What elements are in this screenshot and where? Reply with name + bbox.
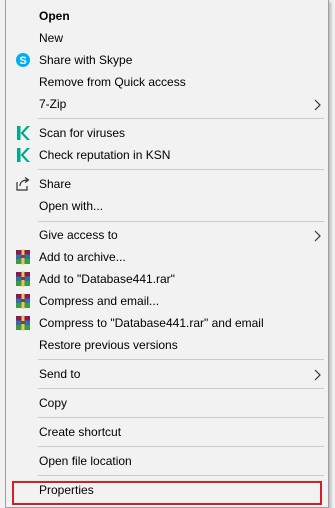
skype-icon: S bbox=[15, 52, 31, 68]
menu-separator bbox=[38, 475, 324, 476]
menu-item-label: New bbox=[39, 31, 64, 45]
menu-separator bbox=[38, 169, 324, 170]
menu-item-share[interactable]: Share bbox=[7, 173, 327, 195]
menu-item-share-with-skype[interactable]: S Share with Skype bbox=[7, 49, 327, 71]
menu-separator bbox=[38, 221, 324, 222]
menu-separator bbox=[38, 388, 324, 389]
winrar-icon bbox=[15, 293, 31, 309]
menu-item-label: Restore previous versions bbox=[39, 338, 178, 352]
menu-item-open-file-location[interactable]: Open file location bbox=[7, 450, 327, 472]
menu-item-copy[interactable]: Copy bbox=[7, 392, 327, 414]
menu-item-open-with[interactable]: Open with... bbox=[7, 195, 327, 217]
menu-item-label: Compress to "Database441.rar" and email bbox=[39, 316, 264, 330]
menu-separator bbox=[38, 118, 324, 119]
menu-item-create-shortcut[interactable]: Create shortcut bbox=[7, 421, 327, 443]
context-menu: Open New S Share with Skype Remove from … bbox=[5, 0, 329, 508]
menu-item-label: Create shortcut bbox=[39, 425, 122, 439]
menu-item-label: Copy bbox=[39, 396, 68, 410]
chevron-right-icon bbox=[313, 368, 323, 381]
menu-item-label: Open bbox=[39, 9, 70, 23]
menu-item-label: Scan for viruses bbox=[39, 126, 126, 140]
menu-item-label: Compress and email... bbox=[39, 294, 160, 308]
menu-item-scan-for-viruses[interactable]: Scan for viruses bbox=[7, 122, 327, 144]
menu-item-label: Share bbox=[39, 177, 72, 191]
menu-item-7zip[interactable]: 7-Zip bbox=[7, 93, 327, 115]
kaspersky-icon bbox=[15, 125, 31, 141]
menu-item-label: Send to bbox=[39, 367, 81, 381]
properties-highlight-box bbox=[12, 481, 322, 505]
share-icon bbox=[15, 176, 31, 192]
menu-separator bbox=[38, 417, 324, 418]
menu-item-label: 7-Zip bbox=[39, 97, 67, 111]
menu-item-add-to-archive[interactable]: Add to archive... bbox=[7, 246, 327, 268]
menu-item-label: Add to "Database441.rar" bbox=[39, 272, 175, 286]
kaspersky-icon bbox=[15, 147, 31, 163]
menu-item-compress-rar-and-email[interactable]: Compress to "Database441.rar" and email bbox=[7, 312, 327, 334]
menu-item-check-reputation[interactable]: Check reputation in KSN bbox=[7, 144, 327, 166]
menu-item-label: Share with Skype bbox=[39, 53, 133, 67]
svg-text:S: S bbox=[19, 55, 26, 67]
menu-item-label: Add to archive... bbox=[39, 250, 126, 264]
menu-item-label: Open file location bbox=[39, 454, 132, 468]
menu-item-label: Give access to bbox=[39, 228, 118, 242]
winrar-icon bbox=[15, 249, 31, 265]
menu-item-new[interactable]: New bbox=[7, 27, 327, 49]
menu-item-label: Open with... bbox=[39, 199, 104, 213]
menu-item-send-to[interactable]: Send to bbox=[7, 363, 327, 385]
menu-item-label: Check reputation in KSN bbox=[39, 148, 171, 162]
menu-item-label: Remove from Quick access bbox=[39, 75, 186, 89]
menu-item-restore-previous-versions[interactable]: Restore previous versions bbox=[7, 334, 327, 356]
chevron-right-icon bbox=[313, 229, 323, 242]
menu-separator bbox=[38, 359, 324, 360]
menu-item-add-to-rar[interactable]: Add to "Database441.rar" bbox=[7, 268, 327, 290]
menu-item-give-access[interactable]: Give access to bbox=[7, 224, 327, 246]
menu-item-compress-and-email[interactable]: Compress and email... bbox=[7, 290, 327, 312]
chevron-right-icon bbox=[313, 98, 323, 111]
menu-separator bbox=[38, 446, 324, 447]
menu-item-remove-quick-access[interactable]: Remove from Quick access bbox=[7, 71, 327, 93]
winrar-icon bbox=[15, 315, 31, 331]
winrar-icon bbox=[15, 271, 31, 287]
menu-item-open[interactable]: Open bbox=[7, 5, 327, 27]
